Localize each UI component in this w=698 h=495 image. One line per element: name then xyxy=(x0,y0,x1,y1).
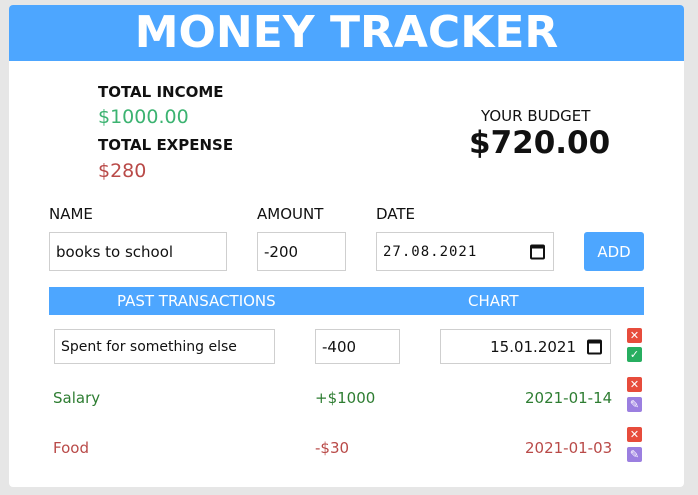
edit-date-input[interactable]: 15.01.2021 xyxy=(440,329,611,364)
transaction-amount: -$30 xyxy=(315,439,350,457)
calendar-icon[interactable] xyxy=(587,339,602,354)
total-income-value: $1000.00 xyxy=(98,106,189,128)
check-icon[interactable]: ✓ xyxy=(627,347,642,362)
total-income-label: TOTAL INCOME xyxy=(98,83,224,101)
amount-label: AMOUNT xyxy=(257,205,324,223)
name-label: NAME xyxy=(49,205,93,223)
date-input[interactable]: 27.08.2021 xyxy=(376,232,554,271)
close-icon[interactable]: ✕ xyxy=(627,427,642,442)
add-button[interactable]: ADD xyxy=(584,232,644,271)
money-tracker-card: MONEY TRACKER TOTAL INCOME $1000.00 TOTA… xyxy=(9,5,684,487)
total-expense-value: $280 xyxy=(98,160,147,182)
name-input[interactable]: books to school xyxy=(49,232,227,271)
pencil-icon[interactable]: ✎ xyxy=(627,447,642,462)
tab-bar: PAST TRANSACTIONS CHART xyxy=(49,287,644,315)
transaction-amount: +$1000 xyxy=(315,389,376,407)
budget-value: $720.00 xyxy=(469,125,611,161)
edit-name-input[interactable]: Spent for something else xyxy=(54,329,275,364)
edit-amount-input[interactable]: -400 xyxy=(315,329,400,364)
date-input-value: 27.08.2021 xyxy=(383,243,478,260)
transaction-date: 2021-01-14 xyxy=(525,389,613,407)
date-label: DATE xyxy=(376,205,416,223)
transaction-name: Food xyxy=(53,439,89,457)
tab-chart[interactable]: CHART xyxy=(468,287,519,315)
tab-past-transactions[interactable]: PAST TRANSACTIONS xyxy=(117,287,276,315)
total-expense-label: TOTAL EXPENSE xyxy=(98,136,234,154)
calendar-icon[interactable] xyxy=(530,244,545,259)
close-icon[interactable]: ✕ xyxy=(627,328,642,343)
transaction-date: 2021-01-03 xyxy=(525,439,613,457)
amount-input[interactable]: -200 xyxy=(257,232,346,271)
budget-label: YOUR BUDGET xyxy=(481,107,591,125)
edit-date-input-value: 15.01.2021 xyxy=(490,337,576,356)
app-title: MONEY TRACKER xyxy=(9,5,684,61)
close-icon[interactable]: ✕ xyxy=(627,377,642,392)
transaction-name: Salary xyxy=(53,389,101,407)
pencil-icon[interactable]: ✎ xyxy=(627,397,642,412)
